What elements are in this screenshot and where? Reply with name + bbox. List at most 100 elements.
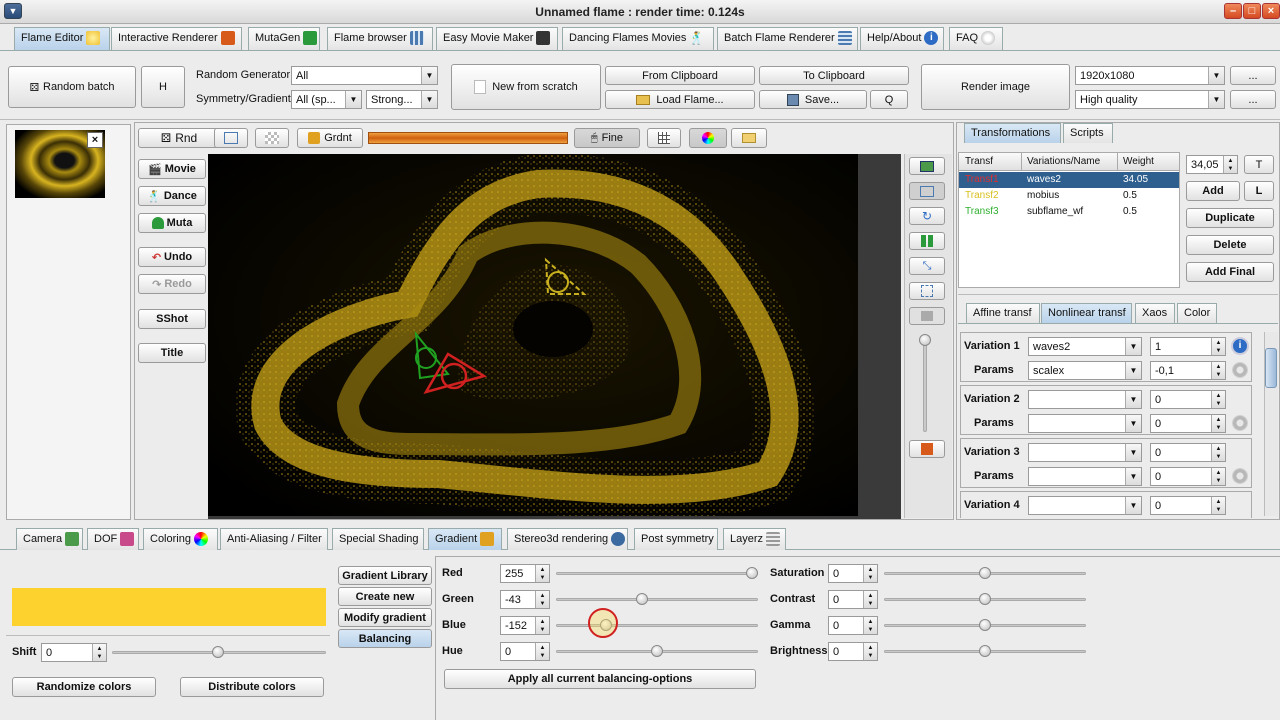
param-select[interactable]: scalex ▼ bbox=[1028, 361, 1142, 380]
spinner-arrows[interactable]: ▲ ▼ bbox=[535, 617, 549, 634]
slider-value-spinner[interactable]: 255 ▲ ▼ bbox=[500, 564, 550, 583]
rnd-button[interactable]: ⚄ Rnd bbox=[138, 128, 220, 148]
undo-button[interactable]: ↶ Undo bbox=[138, 247, 206, 267]
dance-button[interactable]: 🕺 Dance bbox=[138, 186, 206, 206]
title-button[interactable]: Title bbox=[138, 343, 206, 363]
tab-mutagen[interactable]: MutaGen bbox=[248, 27, 320, 50]
variation-amount[interactable]: 1 ▲ ▼ bbox=[1150, 337, 1226, 356]
spinner-arrows[interactable]: ▲ ▼ bbox=[535, 565, 549, 582]
spinner-arrows[interactable]: ▲ ▼ bbox=[863, 591, 877, 608]
gradient-swatch[interactable] bbox=[12, 588, 326, 626]
tab-interactive-renderer[interactable]: Interactive Renderer bbox=[111, 27, 242, 50]
tab-transformations[interactable]: Transformations bbox=[964, 123, 1061, 143]
grid-toggle[interactable] bbox=[647, 128, 681, 148]
tab-help-about[interactable]: Help/About i bbox=[860, 27, 944, 50]
t-button[interactable]: T bbox=[1244, 155, 1274, 174]
slider-value-spinner[interactable]: -43 ▲ ▼ bbox=[500, 590, 550, 609]
tool-grid-button[interactable] bbox=[909, 282, 945, 300]
variation-amount[interactable]: 0 ▲ ▼ bbox=[1150, 496, 1226, 515]
color-toggle[interactable] bbox=[689, 128, 727, 148]
movie-button[interactable]: 🎬 Movie bbox=[138, 159, 206, 179]
balancing-button[interactable]: Balancing bbox=[338, 629, 432, 648]
variation-amount[interactable]: 0 ▲ ▼ bbox=[1150, 390, 1226, 409]
tab-flame-browser[interactable]: Flame browser bbox=[327, 27, 433, 50]
quality-select[interactable]: High quality ▼ bbox=[1075, 90, 1225, 109]
table-row[interactable]: Transf2 mobius 0.5 bbox=[959, 188, 1179, 204]
gear-icon[interactable] bbox=[1232, 468, 1248, 484]
spinner-arrows[interactable]: ▲ ▼ bbox=[863, 643, 877, 660]
spinner-arrows[interactable]: ▲ ▼ bbox=[1211, 468, 1225, 485]
slider-value-spinner[interactable]: 0 ▲ ▼ bbox=[828, 564, 878, 583]
spinner-arrows[interactable]: ▲ ▼ bbox=[535, 643, 549, 660]
create-new-button[interactable]: Create new bbox=[338, 587, 432, 606]
spinner-arrows[interactable]: ▲ ▼ bbox=[1211, 338, 1225, 355]
duplicate-button[interactable]: Duplicate bbox=[1186, 208, 1274, 228]
zoom-slider-handle[interactable] bbox=[919, 334, 931, 346]
transparency-button[interactable] bbox=[255, 128, 289, 148]
spinner-arrows[interactable]: ▲ ▼ bbox=[1211, 362, 1225, 379]
render-image-button[interactable]: Render image bbox=[921, 64, 1070, 110]
spinner-arrows[interactable]: ▲ ▼ bbox=[1211, 444, 1225, 461]
slider-track[interactable] bbox=[556, 598, 758, 601]
slider-handle[interactable] bbox=[651, 645, 663, 657]
slider-handle[interactable] bbox=[979, 619, 991, 631]
h-button[interactable]: H bbox=[141, 66, 185, 108]
spinner-arrows[interactable]: ▲ ▼ bbox=[1211, 497, 1225, 514]
save-button[interactable]: Save... bbox=[759, 90, 867, 109]
tab-special-shading[interactable]: Special Shading bbox=[332, 528, 424, 550]
spinner-arrows[interactable]: ▲ ▼ bbox=[1211, 415, 1225, 432]
table-row[interactable]: Transf1 waves2 34.05 bbox=[959, 172, 1179, 188]
strength-select[interactable]: Strong... ▼ bbox=[366, 90, 438, 109]
spinner-arrows[interactable]: ▲ ▼ bbox=[1211, 391, 1225, 408]
resolution-select[interactable]: 1920x1080 ▼ bbox=[1075, 66, 1225, 85]
tool-scale-button[interactable] bbox=[909, 232, 945, 250]
slider-value-spinner[interactable]: 0 ▲ ▼ bbox=[828, 642, 878, 661]
new-from-scratch-button[interactable]: New from scratch bbox=[451, 64, 601, 110]
slider-track[interactable] bbox=[556, 624, 758, 627]
tab-xaos[interactable]: Xaos bbox=[1135, 303, 1175, 323]
tab-nonlinear[interactable]: Nonlinear transf bbox=[1041, 303, 1132, 323]
tool-fit-button[interactable] bbox=[909, 157, 945, 175]
tab-dancing-flames[interactable]: Dancing Flames Movies 🕺 bbox=[562, 27, 714, 50]
param-select[interactable]: ▼ bbox=[1028, 467, 1142, 486]
tool-rotate-button[interactable]: ↻ bbox=[909, 207, 945, 225]
screenshot-button[interactable]: SShot bbox=[138, 309, 206, 329]
q-button[interactable]: Q bbox=[870, 90, 908, 109]
slider-handle[interactable] bbox=[979, 645, 991, 657]
random-generator-select[interactable]: All ▼ bbox=[291, 66, 438, 85]
tab-batch-renderer[interactable]: Batch Flame Renderer bbox=[717, 27, 858, 50]
tab-stereo3d[interactable]: Stereo3d rendering bbox=[507, 528, 628, 550]
tab-layerz[interactable]: Layerz bbox=[723, 528, 786, 550]
shift-slider-handle[interactable] bbox=[212, 646, 224, 658]
slider-handle[interactable] bbox=[746, 567, 758, 579]
variation-select[interactable]: ▼ bbox=[1028, 496, 1142, 515]
gradient-button[interactable]: Grdnt bbox=[297, 128, 363, 148]
gradient-strip[interactable] bbox=[368, 132, 568, 144]
slider-track[interactable] bbox=[556, 572, 758, 575]
tab-scripts[interactable]: Scripts bbox=[1063, 123, 1113, 143]
tab-gradient[interactable]: Gradient bbox=[428, 528, 502, 550]
tool-select-button[interactable] bbox=[909, 182, 945, 200]
muta-button[interactable]: Muta bbox=[138, 213, 206, 233]
add-final-button[interactable]: Add Final bbox=[1186, 262, 1274, 282]
redo-button[interactable]: ↷ Redo bbox=[138, 274, 206, 294]
spinner-arrows[interactable]: ▲ ▼ bbox=[535, 591, 549, 608]
close-thumbnail-icon[interactable]: × bbox=[87, 132, 103, 148]
slider-handle[interactable] bbox=[979, 567, 991, 579]
tool-disabled-button[interactable] bbox=[909, 307, 945, 325]
delete-button[interactable]: Delete bbox=[1186, 235, 1274, 255]
tab-dof[interactable]: DOF bbox=[87, 528, 139, 550]
to-clipboard-button[interactable]: To Clipboard bbox=[759, 66, 909, 85]
weight-spinner[interactable]: 34,05 ▲ ▼ bbox=[1186, 155, 1238, 174]
slider-handle[interactable] bbox=[635, 593, 648, 605]
shift-spinner[interactable]: 0 ▲ ▼ bbox=[41, 643, 107, 662]
gear-icon[interactable] bbox=[1232, 415, 1248, 431]
spinner-arrows[interactable]: ▲ ▼ bbox=[92, 644, 106, 661]
gear-icon[interactable] bbox=[1232, 362, 1248, 378]
variation-select[interactable]: ▼ bbox=[1028, 443, 1142, 462]
curve-button[interactable] bbox=[214, 128, 248, 148]
info-icon[interactable]: i bbox=[1231, 337, 1249, 355]
close-button[interactable]: × bbox=[1262, 3, 1280, 19]
maximize-button[interactable]: □ bbox=[1243, 3, 1261, 19]
spinner-arrows[interactable]: ▲ ▼ bbox=[863, 617, 877, 634]
